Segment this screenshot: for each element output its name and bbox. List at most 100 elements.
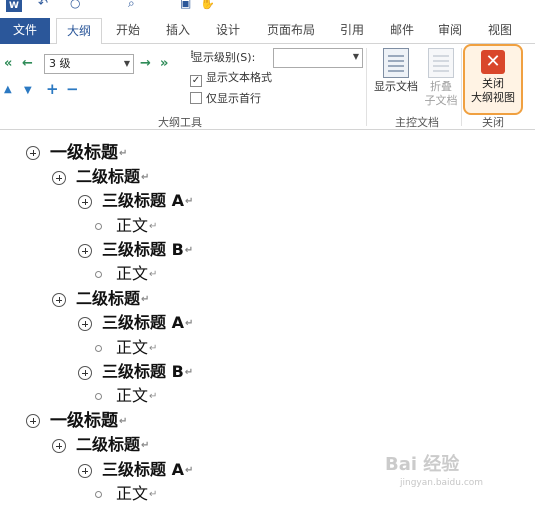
expand-heading-icon[interactable]	[52, 170, 66, 185]
chevron-down-icon: ▼	[352, 52, 359, 61]
document-icon	[383, 48, 409, 78]
paragraph-mark-icon: ↵	[141, 440, 150, 451]
touch-mode-icon[interactable]: ✋	[200, 0, 215, 10]
show-level-label: 显示级别(S):	[192, 51, 256, 64]
paragraph-mark-icon: ↵	[149, 269, 158, 280]
body-text-bullet-icon	[95, 491, 102, 498]
demote-to-body-icon[interactable]: »	[160, 56, 168, 71]
collapse-icon[interactable]: −	[66, 80, 79, 98]
paragraph-mark-icon: ↵	[119, 147, 128, 159]
move-up-icon[interactable]: ▲	[4, 84, 12, 95]
expand-heading-icon[interactable]	[78, 316, 92, 331]
outline-item[interactable]: 三级标题 B↵	[78, 236, 193, 260]
expand-heading-icon[interactable]	[52, 438, 66, 453]
expand-heading-icon[interactable]	[26, 414, 40, 428]
tab-references[interactable]: 引用	[330, 18, 374, 44]
expand-heading-icon[interactable]	[78, 194, 92, 209]
show-text-format-option[interactable]: ✓ 显示文本格式	[190, 70, 272, 87]
paragraph-mark-icon: ↵	[184, 196, 194, 207]
show-level-select[interactable]: ▼	[273, 48, 363, 68]
demote-icon[interactable]: →	[140, 56, 151, 71]
tab-review[interactable]: 审阅	[428, 18, 472, 44]
expand-heading-icon[interactable]	[52, 292, 66, 307]
close-group-label: 关闭	[482, 116, 504, 129]
outline-item[interactable]: 三级标题 A↵	[78, 456, 193, 480]
body-text-bullet-icon	[95, 271, 102, 278]
redo-icon[interactable]: ○	[70, 0, 80, 10]
group-divider	[461, 48, 462, 126]
close-outline-view-line1: 关闭	[482, 77, 504, 90]
close-outline-view-line2: 大纲视图	[471, 91, 515, 104]
paragraph-mark-icon: ↵	[149, 489, 158, 500]
outline-item[interactable]: 一级标题↵	[26, 138, 127, 163]
move-down-icon[interactable]: ▼	[24, 85, 32, 96]
promote-to-heading1-icon[interactable]: «	[4, 56, 12, 71]
paragraph-mark-icon: ↵	[149, 221, 158, 232]
paragraph-mark-icon: ↵	[141, 172, 150, 183]
baidu-watermark: Bai 经验	[385, 454, 460, 475]
tab-outline[interactable]: 大纲	[56, 18, 102, 45]
expand-heading-icon[interactable]	[78, 463, 92, 478]
close-outline-view-button[interactable]: ✕ 关闭 大纲视图	[465, 50, 521, 105]
quick-access-toolbar: W ↶ ○ ⌕ ▣ ✋	[0, 0, 535, 18]
show-first-line-checkbox[interactable]	[190, 92, 202, 104]
outline-item[interactable]: 正文↵	[92, 260, 157, 284]
print-preview-icon[interactable]: ⌕	[128, 0, 135, 11]
outline-item[interactable]: 三级标题 B↵	[78, 358, 193, 382]
tab-view[interactable]: 视图	[478, 18, 522, 44]
tab-design[interactable]: 设计	[206, 18, 250, 44]
tab-file[interactable]: 文件	[0, 18, 50, 44]
expand-heading-icon[interactable]	[26, 146, 40, 160]
ribbon-tabs: 文件 大纲 开始 插入 设计 页面布局 引用 邮件 审阅 视图	[0, 18, 535, 45]
body-text-bullet-icon	[95, 223, 102, 230]
outline-item[interactable]: 三级标题 A↵	[78, 187, 193, 211]
show-text-format-label: 显示文本格式	[206, 71, 272, 84]
baidu-watermark-url: jingyan.baidu.com	[400, 478, 484, 488]
collapse-subdocuments-line2: 子文档	[424, 94, 458, 107]
promote-icon[interactable]: ←	[22, 56, 33, 71]
expand-heading-icon[interactable]	[78, 365, 92, 380]
ribbon: « ← 3 级 ▼ → » ▲ ▼ + − ⁞ 显示级别(S): ▼ ✓ 显示文本…	[0, 44, 535, 130]
outline-item[interactable]: 一级标题↵	[26, 406, 127, 431]
close-icon: ✕	[481, 50, 505, 74]
paragraph-mark-icon: ↵	[184, 318, 194, 329]
paragraph-mark-icon: ↵	[149, 391, 158, 402]
outline-level-value: 3 级	[49, 57, 71, 70]
outline-tools-group-label: 大纲工具	[158, 116, 202, 129]
expand-icon[interactable]: +	[46, 80, 59, 98]
outline-item[interactable]: 三级标题 A↵	[78, 309, 193, 333]
show-text-format-checkbox[interactable]: ✓	[190, 75, 202, 87]
outline-item[interactable]: 正文↵	[92, 382, 157, 406]
outline-item[interactable]: 二级标题↵	[52, 431, 149, 455]
expand-heading-icon[interactable]	[78, 243, 92, 258]
show-document-button[interactable]: 显示文档	[370, 48, 422, 94]
paragraph-mark-icon: ↵	[141, 294, 150, 305]
paragraph-mark-icon: ↵	[149, 343, 158, 354]
outline-level-select[interactable]: 3 级 ▼	[44, 54, 134, 74]
save-icon[interactable]: ▣	[180, 0, 191, 10]
collapse-subdocuments-button[interactable]: 折叠 子文档	[420, 48, 462, 108]
outline-item[interactable]: 二级标题↵	[52, 163, 149, 187]
paragraph-mark-icon: ↵	[184, 245, 194, 256]
body-text-bullet-icon	[95, 393, 102, 400]
body-text-bullet-icon	[95, 345, 102, 352]
outline-item[interactable]: 二级标题↵	[52, 285, 149, 309]
tab-page-layout[interactable]: 页面布局	[258, 18, 324, 44]
outline-item[interactable]: 正文↵	[92, 212, 157, 236]
undo-icon[interactable]: ↶	[38, 0, 48, 10]
paragraph-mark-icon: ↵	[184, 465, 194, 476]
group-divider	[366, 48, 367, 126]
master-document-group-label: 主控文档	[395, 116, 439, 129]
collapse-subdocuments-line1: 折叠	[430, 80, 452, 93]
outline-item[interactable]: 正文↵	[92, 480, 157, 504]
paragraph-mark-icon: ↵	[119, 415, 128, 427]
outline-item[interactable]: 正文↵	[92, 334, 157, 358]
word-logo-icon: W	[6, 0, 22, 12]
tab-home[interactable]: 开始	[106, 18, 150, 44]
tab-insert[interactable]: 插入	[156, 18, 200, 44]
chevron-down-icon: ▼	[123, 59, 130, 68]
tab-mailings[interactable]: 邮件	[380, 18, 424, 44]
show-first-line-option[interactable]: 仅显示首行	[190, 91, 261, 107]
subdocument-icon	[428, 48, 454, 78]
show-document-label: 显示文档	[374, 80, 418, 93]
